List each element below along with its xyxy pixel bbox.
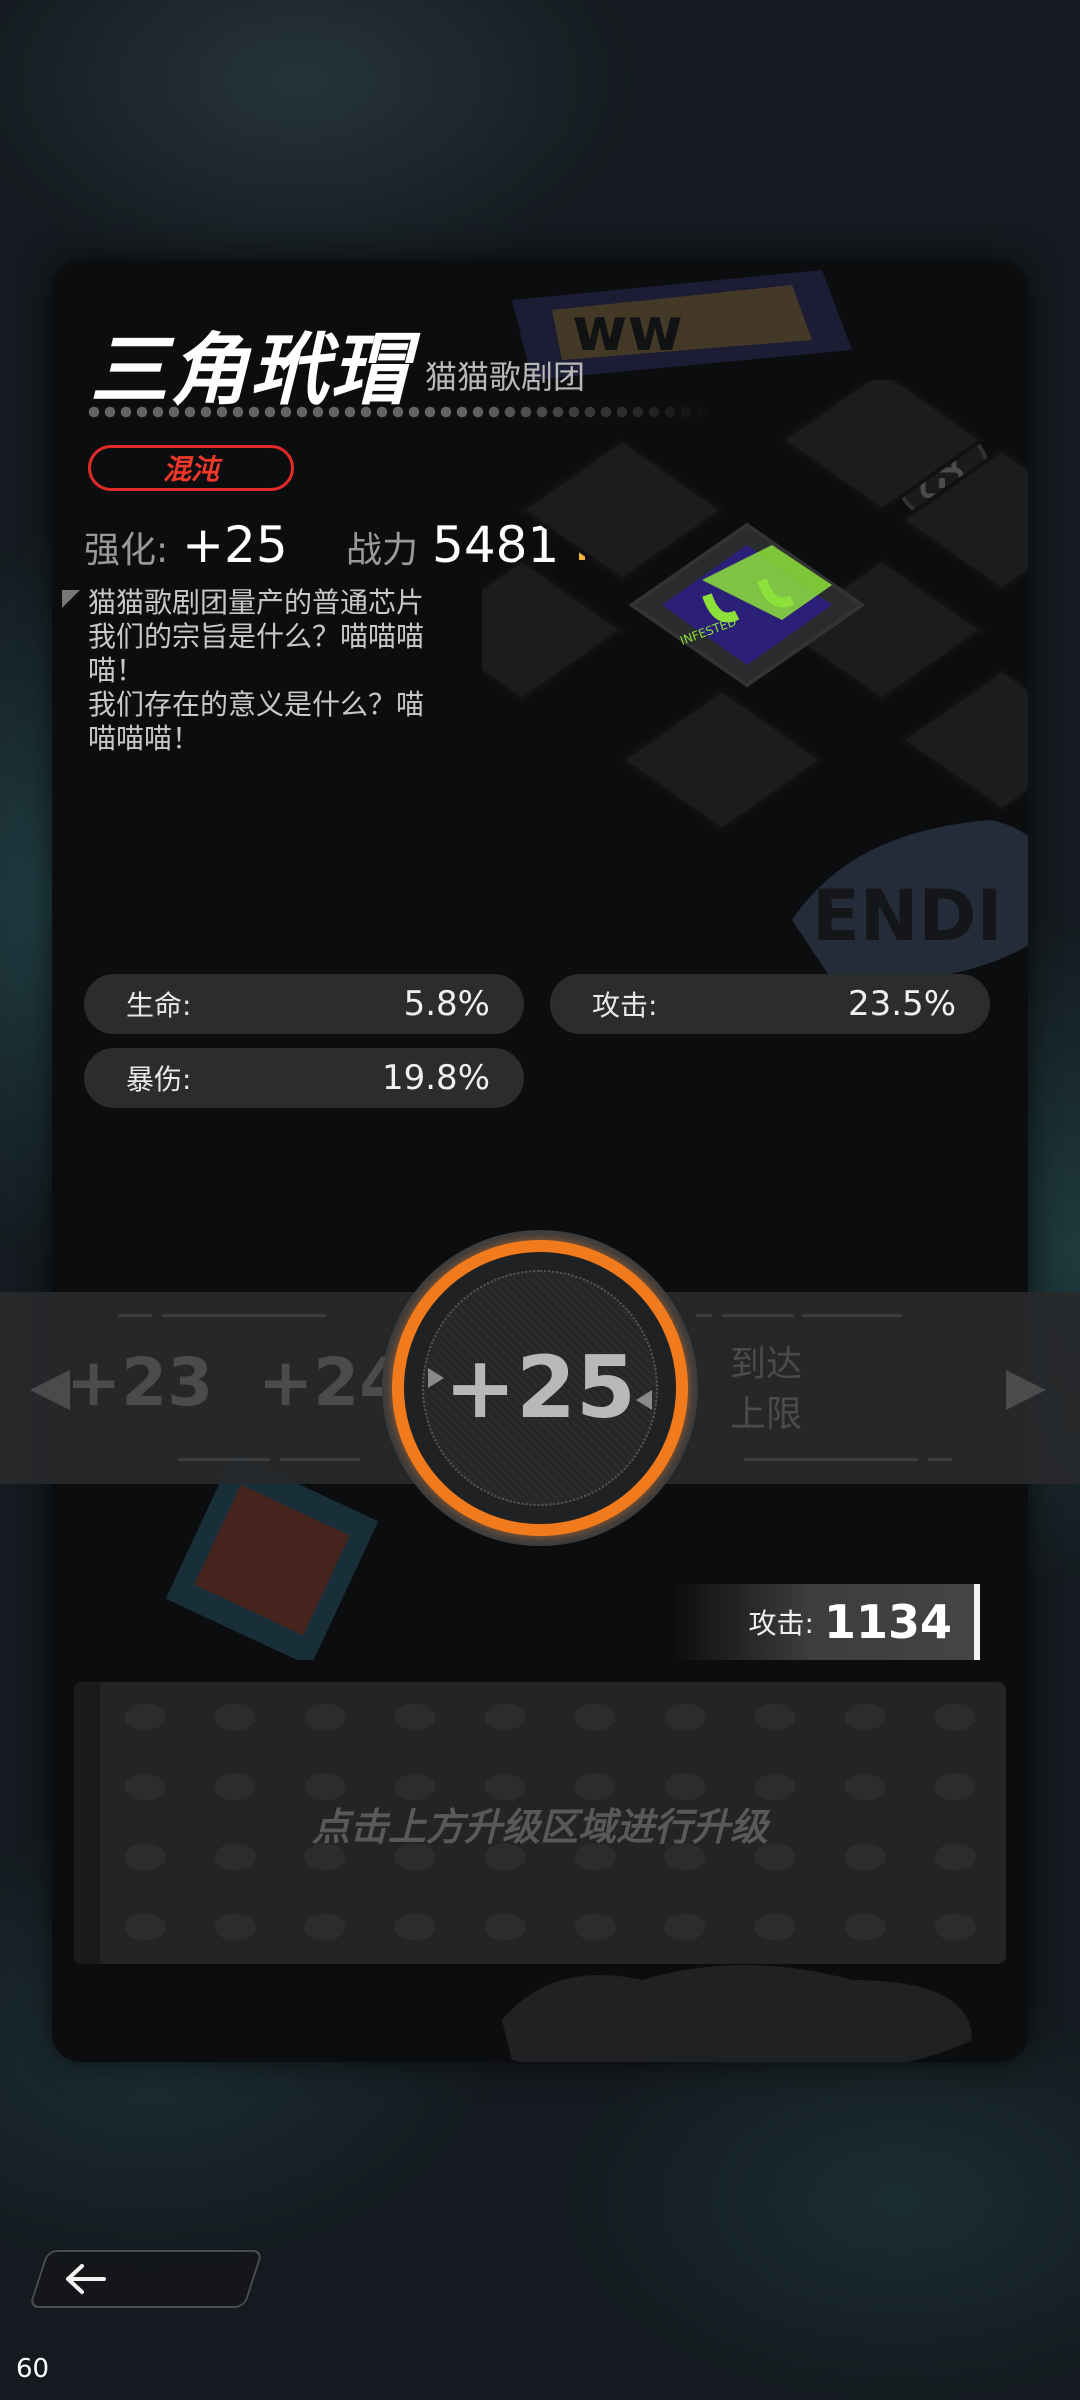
fps-counter: 60 (16, 2354, 50, 2384)
attribute-value: 23.5% (847, 984, 956, 1024)
chip-name: 三角玳瑁 (90, 326, 411, 416)
decor-line (118, 1314, 152, 1317)
decor-line (722, 1314, 794, 1317)
decor-line (744, 1458, 918, 1461)
enhance-label: 强化: (84, 530, 169, 571)
enhance-stat: 强化: +25 (84, 516, 288, 574)
chip-grid-display: INFESTED (482, 380, 1028, 833)
level-option[interactable]: +23 (66, 1344, 213, 1421)
rarity-badge: 混沌 (88, 445, 294, 491)
power-label: 战力 (346, 530, 419, 571)
current-level[interactable]: +25 (382, 1230, 698, 1546)
attribute-row: 攻击: 23.5% (550, 974, 990, 1034)
chip-description: 猫猫歌剧团量产的普通芯片 我们的宗旨是什么？喵喵喵 喵！ 我们存在的意义是什么？… (88, 586, 425, 755)
attribute-value: 5.8% (403, 984, 490, 1024)
svg-text:ENDI: ENDI (812, 875, 1003, 957)
attribute-label: 生命: (126, 989, 192, 1022)
attribute-value: 19.8% (381, 1058, 490, 1098)
upgrade-hint: 点击上方升级区域进行升级 (311, 1804, 768, 1849)
svg-text:ww: ww (572, 295, 683, 365)
attack-result-value: 1134 (823, 1595, 952, 1649)
attack-result-label: 攻击: (748, 1607, 814, 1640)
enhance-value: +25 (182, 516, 288, 574)
decor-line (280, 1458, 360, 1461)
attribute-label: 暴伤: (126, 1063, 192, 1096)
decor-line (162, 1314, 326, 1317)
back-arrow-icon[interactable] (64, 2262, 108, 2296)
graffiti-decoration (502, 1965, 972, 2062)
level-prev-arrow-icon[interactable] (30, 1370, 70, 1410)
decor-line (178, 1458, 270, 1461)
level-limit-label: 到达 上限 (730, 1344, 803, 1435)
sticker-decoration (165, 1460, 379, 1660)
attribute-row: 生命: 5.8% (84, 974, 524, 1034)
attribute-row: 暴伤: 19.8% (84, 1048, 524, 1108)
attack-result-box: 攻击: 1134 (672, 1584, 980, 1660)
decor-line (928, 1458, 952, 1461)
attribute-label: 攻击: (592, 989, 658, 1022)
decor-line (696, 1314, 712, 1317)
decor-line (802, 1314, 902, 1317)
rarity-label: 混沌 (162, 453, 219, 486)
description-marker-icon (62, 590, 80, 608)
level-next-arrow-icon[interactable] (1006, 1370, 1046, 1410)
